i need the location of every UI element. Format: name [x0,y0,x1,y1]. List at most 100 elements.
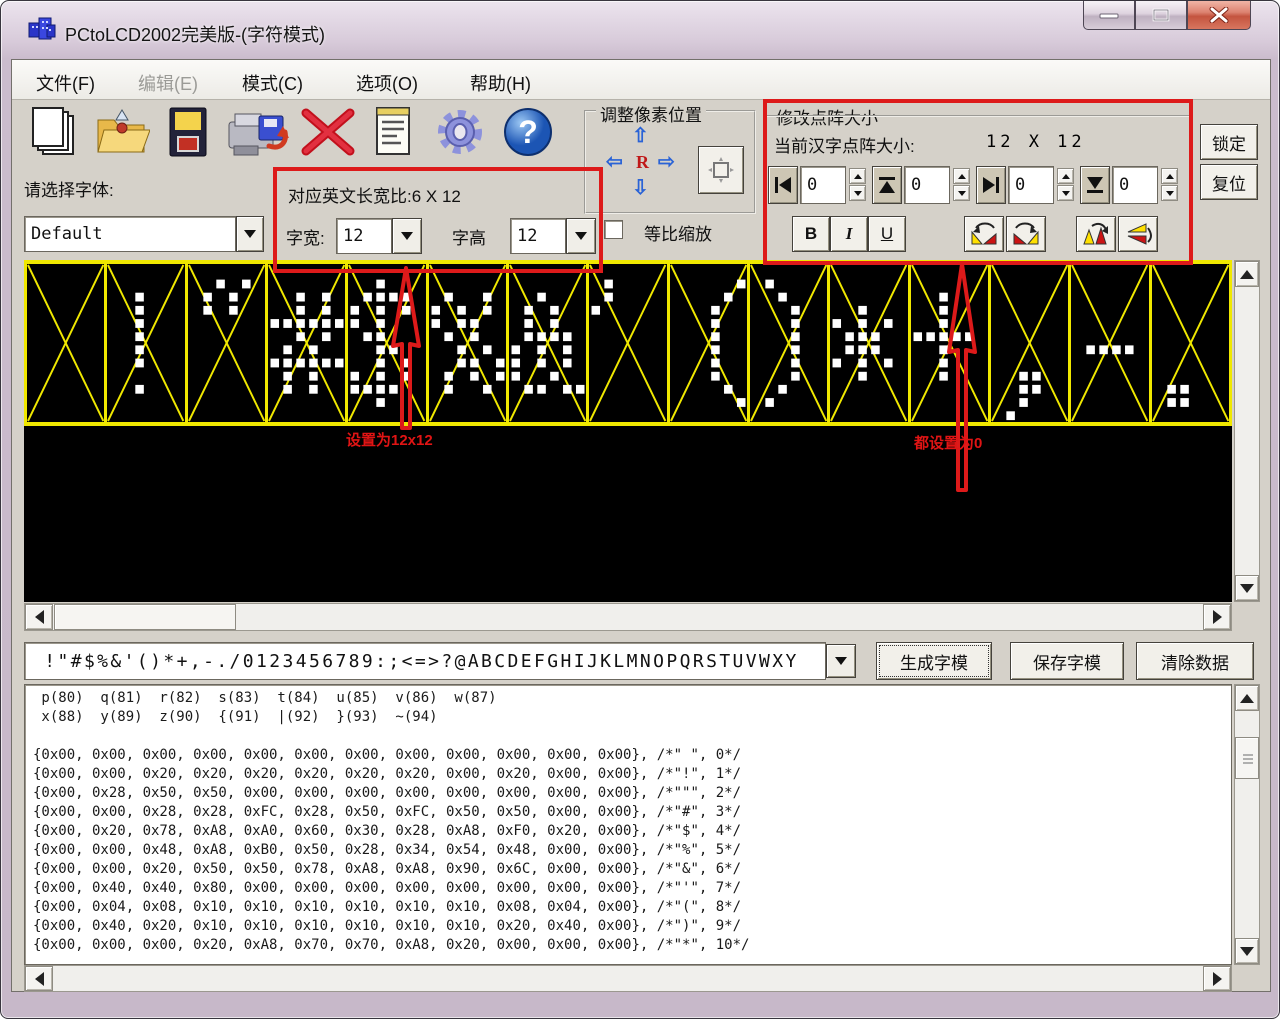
char-list-input[interactable] [24,642,826,680]
minimize-button[interactable] [1083,1,1135,30]
menu-file[interactable]: 文件(F) [30,68,101,98]
font-select-dropdown-button[interactable] [236,216,264,252]
maximize-icon [1152,8,1170,22]
report-button[interactable] [368,104,418,160]
rotate-90-button[interactable] [1076,216,1116,252]
flip-button[interactable] [1118,216,1158,252]
glyph-cell-14[interactable] [1148,264,1232,422]
canvas-vscroll-up-button[interactable] [1235,261,1259,287]
trim-right-button[interactable] [976,166,1006,204]
canvas-hscroll-left-button[interactable] [25,604,53,630]
glyph-cell-6[interactable] [505,264,587,422]
output-hscrollbar[interactable] [24,965,1232,992]
bold-button[interactable]: B [792,216,830,252]
export-button[interactable] [224,104,296,160]
arrow-left-icon [34,971,44,986]
output-vscroll-down-button[interactable] [1235,938,1259,964]
glyph-cell-0[interactable] [24,264,105,422]
arrow-right-icon [1212,971,1222,986]
report-icon [376,107,410,155]
char-width-input[interactable] [336,218,392,254]
spin-up-icon [853,173,862,179]
scale-checkbox[interactable] [604,220,623,239]
maximize-button[interactable] [1135,1,1187,30]
save-matrix-button[interactable]: 保存字模 [1010,642,1124,680]
glyph-cell-12[interactable] [987,264,1069,422]
open-file-button[interactable] [94,104,150,160]
reset-button[interactable]: 复位 [1200,164,1258,200]
close-button[interactable] [1187,1,1251,30]
clear-data-button[interactable]: 清除数据 [1136,642,1254,680]
menu-mode[interactable]: 模式(C) [236,68,309,98]
output-area[interactable]: p(80) q(81) r(82) s(83) t(84) u(85) v(86… [24,684,1232,965]
move-up-button[interactable]: ⇧ [632,126,649,146]
reset-position-button[interactable]: R [636,152,649,173]
titlebar: PCtoLCD2002完美版-(字符模式) [1,1,1279,59]
generate-button[interactable]: 生成字模 [876,642,992,680]
char-list-dropdown-button[interactable] [826,644,856,678]
svg-text:?: ? [518,114,538,150]
char-height-input[interactable] [510,218,566,254]
char-height-dropdown-button[interactable] [566,218,596,254]
spin-up-icon [957,173,966,179]
underline-button[interactable]: U [868,216,906,252]
save-button[interactable] [160,104,216,160]
lcd-canvas[interactable]: 设置为12x12 都设置为0 [24,260,1232,602]
canvas-hscroll-right-button[interactable] [1203,604,1231,630]
settings-button[interactable] [432,104,488,160]
trim-top-spinner[interactable] [953,168,970,201]
menu-edit[interactable]: 编辑(E) [132,68,204,98]
glyph-cell-3[interactable] [264,264,346,422]
char-width-dropdown-button[interactable] [392,218,422,254]
output-hscroll-left-button[interactable] [25,966,53,991]
glyph-cell-5[interactable] [425,264,506,422]
trim-top-value[interactable] [904,166,950,204]
rotate-left-button[interactable] [964,216,1004,252]
trim-left-spinner[interactable] [849,168,866,201]
ratio-label: 对应英文长宽比:6 X 12 [288,187,461,206]
glyph-cell-7[interactable] [586,264,667,422]
delete-button[interactable] [300,104,356,160]
trim-bottom-value[interactable] [1112,166,1158,204]
canvas-vscroll-down-button[interactable] [1235,575,1259,601]
trim-right-spinner[interactable] [1057,168,1074,201]
menu-help[interactable]: 帮助(H) [464,68,537,98]
canvas-vscrollbar[interactable] [1234,260,1260,602]
new-file-button[interactable] [26,104,82,160]
trim-left-value[interactable] [800,166,846,204]
canvas-hscrollbar[interactable] [24,603,1232,631]
glyph-cell-8[interactable] [666,264,747,422]
glyph-cell-9[interactable] [746,264,828,422]
arrow-down-icon [1240,583,1254,593]
canvas-hscroll-thumb[interactable] [54,604,236,630]
trim-bottom-button[interactable] [1080,166,1110,204]
red-arrow-up-left [391,266,421,430]
output-vscroll-thumb[interactable] [1235,737,1259,779]
glyph-cell-2[interactable] [184,264,265,422]
trim-left-button[interactable] [768,166,798,204]
glyph-grid [669,264,747,422]
glyph-cell-13[interactable] [1068,264,1149,422]
glyph-grid [830,264,908,422]
center-image-button[interactable] [698,146,744,194]
glyph-cell-1[interactable] [104,264,185,422]
help-button[interactable]: ? [500,104,556,160]
help-icon: ? [504,108,552,156]
move-down-button[interactable]: ⇩ [632,178,649,198]
arrow-down-icon [1240,946,1254,956]
trim-top-button[interactable] [872,166,902,204]
lock-button[interactable]: 锁定 [1200,124,1258,160]
output-vscrollbar[interactable] [1234,684,1260,965]
glyph-cell-10[interactable] [827,264,908,422]
trim-bottom-spinner[interactable] [1161,168,1178,201]
output-vscroll-up-button[interactable] [1235,685,1259,711]
move-right-button[interactable]: ⇨ [658,152,675,172]
menu-options[interactable]: 选项(O) [350,68,424,98]
font-select-input[interactable] [24,216,236,252]
char-height-label: 字高 [452,229,486,248]
italic-button[interactable]: I [830,216,868,252]
move-left-button[interactable]: ⇦ [606,152,623,172]
rotate-right-button[interactable] [1006,216,1046,252]
output-hscroll-right-button[interactable] [1203,966,1231,991]
trim-right-value[interactable] [1008,166,1054,204]
